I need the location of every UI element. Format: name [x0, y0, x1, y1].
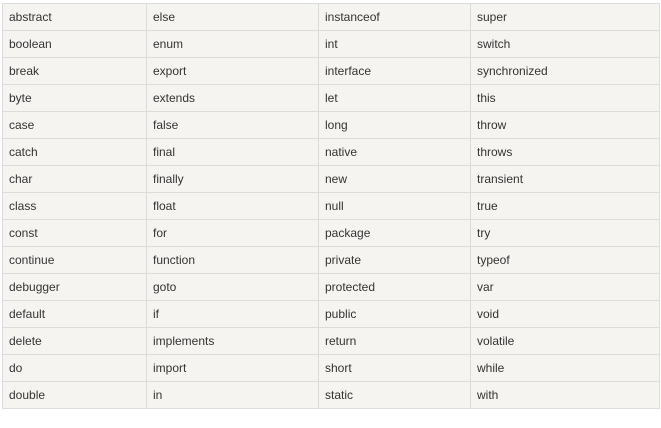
keyword-cell: typeof	[470, 246, 660, 274]
keyword-cell: catch	[2, 138, 147, 166]
table-row: char finally new transient	[2, 165, 660, 193]
keyword-cell: var	[470, 273, 660, 301]
keyword-cell: this	[470, 84, 660, 112]
table-row: debugger goto protected var	[2, 273, 660, 301]
keyword-cell: const	[2, 219, 147, 247]
keyword-cell: delete	[2, 327, 147, 355]
keyword-cell: double	[2, 381, 147, 409]
keyword-cell: function	[146, 246, 319, 274]
keyword-cell: static	[318, 381, 471, 409]
keyword-cell: throw	[470, 111, 660, 139]
keyword-cell: protected	[318, 273, 471, 301]
keyword-cell: in	[146, 381, 319, 409]
keyword-cell: try	[470, 219, 660, 247]
table-row: do import short while	[2, 354, 660, 382]
keyword-cell: true	[470, 192, 660, 220]
keyword-cell: let	[318, 84, 471, 112]
keyword-cell: if	[146, 300, 319, 328]
keyword-cell: extends	[146, 84, 319, 112]
keyword-cell: final	[146, 138, 319, 166]
table-row: catch final native throws	[2, 138, 660, 166]
table-row: delete implements return volatile	[2, 327, 660, 355]
keyword-cell: throws	[470, 138, 660, 166]
keyword-cell: package	[318, 219, 471, 247]
table-row: break export interface synchronized	[2, 57, 660, 85]
keyword-cell: with	[470, 381, 660, 409]
keyword-cell: case	[2, 111, 147, 139]
keyword-cell: abstract	[2, 3, 147, 31]
keyword-cell: goto	[146, 273, 319, 301]
table-row: abstract else instanceof super	[2, 3, 660, 31]
keyword-cell: enum	[146, 30, 319, 58]
table-row: byte extends let this	[2, 84, 660, 112]
table-row: const for package try	[2, 219, 660, 247]
keyword-cell: import	[146, 354, 319, 382]
keyword-cell: private	[318, 246, 471, 274]
keyword-cell: short	[318, 354, 471, 382]
keyword-cell: default	[2, 300, 147, 328]
keyword-cell: debugger	[2, 273, 147, 301]
keyword-cell: native	[318, 138, 471, 166]
keyword-cell: class	[2, 192, 147, 220]
keyword-cell: export	[146, 57, 319, 85]
keyword-cell: continue	[2, 246, 147, 274]
keyword-cell: long	[318, 111, 471, 139]
table-row: default if public void	[2, 300, 660, 328]
table-row: class float null true	[2, 192, 660, 220]
table-row: case false long throw	[2, 111, 660, 139]
keyword-cell: byte	[2, 84, 147, 112]
keyword-cell: super	[470, 3, 660, 31]
keyword-cell: int	[318, 30, 471, 58]
table-row: double in static with	[2, 381, 660, 409]
keyword-cell: new	[318, 165, 471, 193]
keyword-cell: else	[146, 3, 319, 31]
keyword-cell: synchronized	[470, 57, 660, 85]
keyword-cell: char	[2, 165, 147, 193]
keyword-table-body: abstract else instanceof super boolean enum in…	[2, 3, 660, 409]
table-row: continue function private typeof	[2, 246, 660, 274]
keyword-cell: return	[318, 327, 471, 355]
keyword-cell: transient	[470, 165, 660, 193]
keyword-cell: break	[2, 57, 147, 85]
keyword-cell: instanceof	[318, 3, 471, 31]
keyword-cell: implements	[146, 327, 319, 355]
keyword-cell: interface	[318, 57, 471, 85]
keyword-table: abstract else instanceof super boolean enum in…	[2, 3, 660, 409]
keyword-cell: void	[470, 300, 660, 328]
keyword-cell: for	[146, 219, 319, 247]
keyword-cell: boolean	[2, 30, 147, 58]
table-row: boolean enum int switch	[2, 30, 660, 58]
keyword-cell: switch	[470, 30, 660, 58]
keyword-cell: float	[146, 192, 319, 220]
keyword-cell: finally	[146, 165, 319, 193]
keyword-cell: null	[318, 192, 471, 220]
keyword-cell: while	[470, 354, 660, 382]
keyword-cell: false	[146, 111, 319, 139]
keyword-cell: volatile	[470, 327, 660, 355]
keyword-cell: public	[318, 300, 471, 328]
keyword-cell: do	[2, 354, 147, 382]
